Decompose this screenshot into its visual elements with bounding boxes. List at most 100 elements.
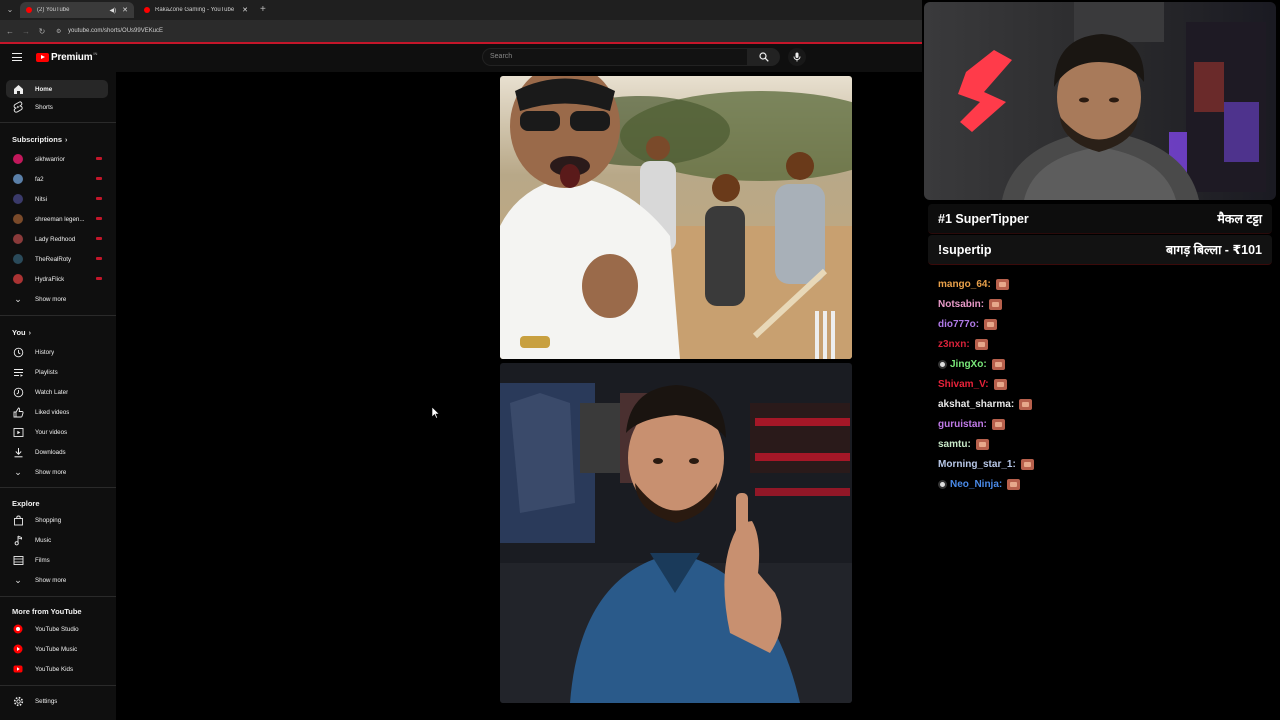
browser-tab-youtube[interactable]: (2) YouTube ◀) ✕: [20, 2, 134, 18]
sidebar-item-lady-redhood[interactable]: Lady Redhood: [6, 230, 108, 248]
tab-close-icon[interactable]: ✕: [122, 6, 128, 14]
sidebar-item-label: YouTube Studio: [35, 625, 79, 633]
sidebar-item-label: YouTube Kids: [35, 665, 74, 673]
explore-heading: Explore: [12, 499, 40, 508]
channel-avatar: [12, 213, 24, 225]
chat-username: Neo_Ninja:: [950, 478, 1003, 490]
sidebar-item-playlists[interactable]: Playlists: [6, 363, 108, 381]
chat-username: mango_64:: [938, 278, 991, 290]
channel-name: shreeman legen...: [35, 215, 85, 223]
sidebar-item-youtube-studio[interactable]: YouTube Studio: [6, 620, 108, 638]
chat-username: JingXo:: [950, 358, 987, 370]
super-tipper-banner: #1 SuperTipper मैकल टट्टा: [928, 204, 1272, 234]
channel-name: fa2: [35, 175, 44, 183]
sidebar-item-label: Films: [35, 556, 50, 564]
explore-show-more[interactable]: ⌄ Show more: [6, 571, 108, 589]
sidebar-item-settings[interactable]: Settings: [6, 692, 108, 710]
forward-icon[interactable]: →: [20, 27, 32, 36]
show-more-label: Show more: [35, 468, 67, 476]
menu-icon[interactable]: [12, 53, 22, 61]
history-icon: [12, 346, 24, 358]
channel-name: Nitsi: [35, 195, 48, 203]
super-tipper-label: #1 SuperTipper: [938, 211, 1029, 226]
watch-later-icon: [12, 386, 24, 398]
sidebar-item-shopping[interactable]: Shopping: [6, 511, 108, 529]
speaker-icon[interactable]: ◀): [110, 7, 117, 14]
sidebar-item-youtube-music[interactable]: YouTube Music: [6, 640, 108, 658]
sidebar-item-label: Settings: [35, 697, 58, 705]
user-badge-icon: [938, 479, 947, 489]
emote-icon: [1007, 478, 1021, 490]
search-button[interactable]: [748, 48, 780, 66]
sidebar-item-watch-later[interactable]: Watch Later: [6, 383, 108, 401]
emote-icon: [1020, 458, 1034, 470]
sidebar-item-nitsi[interactable]: Nitsi: [6, 190, 108, 208]
short-video-thumbnail[interactable]: [500, 76, 852, 359]
like-icon: [12, 406, 24, 418]
sidebar-item-music[interactable]: Music: [6, 531, 108, 549]
you-heading[interactable]: You ›: [12, 328, 31, 337]
sidebar-item-history[interactable]: History: [6, 343, 108, 361]
emote-icon: [1019, 398, 1033, 410]
sidebar-item-your-videos[interactable]: Your videos: [6, 423, 108, 441]
emote-icon: [984, 318, 998, 330]
divider: [0, 596, 116, 597]
sidebar-item-fa2[interactable]: fa2: [6, 170, 108, 188]
new-tab-icon[interactable]: +: [260, 4, 266, 15]
logo-text: Premium: [51, 52, 93, 63]
sidebar-item-label: Shorts: [35, 103, 53, 111]
sidebar-item-downloads[interactable]: Downloads: [6, 443, 108, 461]
gear-icon: [12, 695, 24, 707]
short-video-thumbnail[interactable]: [500, 363, 852, 703]
subscriptions-title: Subscriptions: [12, 135, 63, 144]
more-title: More from YouTube: [12, 607, 82, 616]
channel-avatar: [12, 153, 24, 165]
sidebar-item-label: Watch Later: [35, 388, 69, 396]
sidebar-item-films[interactable]: Films: [6, 551, 108, 569]
tab-close-icon[interactable]: ✕: [242, 6, 248, 14]
browser-tab-rakazone[interactable]: RakaZone Gaming - YouTube ✕: [138, 2, 254, 18]
channel-avatar: [12, 173, 24, 185]
channel-name: TheRealRoty: [35, 255, 72, 263]
super-tipper-name: मैकल टट्टा: [1217, 212, 1262, 226]
emote-icon: [991, 358, 1005, 370]
sidebar-item-liked-videos[interactable]: Liked videos: [6, 403, 108, 421]
live-indicator: [96, 277, 102, 280]
chat-message: Neo_Ninja:: [938, 474, 1268, 494]
sidebar-item-shorts[interactable]: Shorts: [6, 98, 108, 116]
you-show-more[interactable]: ⌄ Show more: [6, 463, 108, 481]
back-icon[interactable]: ←: [4, 27, 16, 36]
stream-overlay: #1 SuperTipper मैकल टट्टा !supertip बागड…: [922, 0, 1280, 720]
url-field[interactable]: ⚙ youtube.com/shorts/OUs99VEKucE: [56, 28, 163, 35]
sidebar-item-shreeman-legend[interactable]: shreeman legen...: [6, 210, 108, 228]
subscriptions-show-more[interactable]: ⌄ Show more: [6, 290, 108, 308]
sidebar-item-youtube-kids[interactable]: YouTube Kids: [6, 660, 108, 678]
sidebar-item-hydraflick[interactable]: HydraFlick: [6, 270, 108, 288]
sidebar-item-label: YouTube Music: [35, 645, 78, 653]
search-input[interactable]: Search: [482, 48, 748, 66]
emote-icon: [975, 438, 989, 450]
chat-username: z3nxn:: [938, 338, 970, 350]
youtube-sidebar: Home Shorts Subscriptions › sikhwarrior f…: [0, 72, 116, 720]
emote-icon: [974, 338, 988, 350]
live-indicator: [96, 237, 102, 240]
chat-message: guruistan:: [938, 414, 1268, 434]
reload-icon[interactable]: ↻: [36, 27, 48, 36]
sidebar-item-home[interactable]: Home: [6, 80, 108, 98]
channel-avatar: [12, 253, 24, 265]
supertip-command-banner: !supertip बागड़ बिल्ला - ₹101: [928, 235, 1272, 265]
download-icon: [12, 446, 24, 458]
site-info-icon[interactable]: ⚙: [56, 28, 64, 35]
youtube-kids-icon: [12, 663, 24, 675]
youtube-premium-logo[interactable]: Premium IN: [36, 51, 97, 63]
live-indicator: [96, 157, 102, 160]
more-from-youtube-heading: More from YouTube: [12, 607, 82, 616]
sidebar-item-therealroty[interactable]: TheRealRoty: [6, 250, 108, 268]
sidebar-item-label: Home: [35, 85, 53, 93]
sidebar-item-sikhwarrior[interactable]: sikhwarrior: [6, 150, 108, 168]
subscriptions-heading[interactable]: Subscriptions ›: [12, 135, 67, 144]
youtube-music-icon: [12, 643, 24, 655]
voice-search-button[interactable]: [788, 48, 806, 66]
live-indicator: [96, 257, 102, 260]
tab-search-icon[interactable]: ⌄: [4, 4, 16, 16]
